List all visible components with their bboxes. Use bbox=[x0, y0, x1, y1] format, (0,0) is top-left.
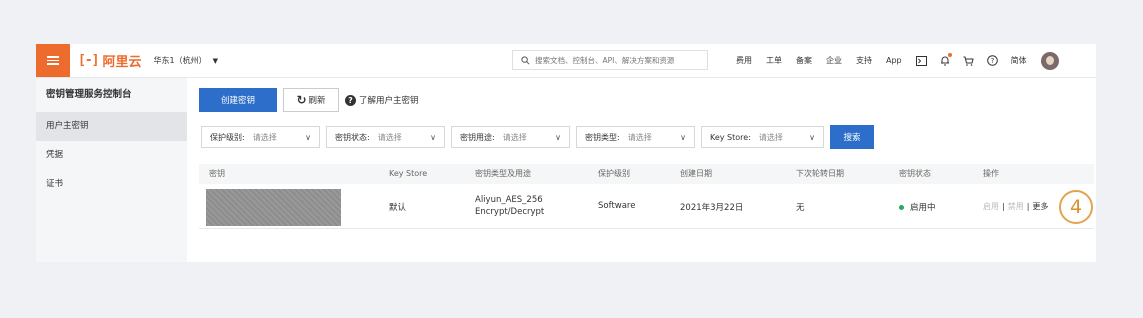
link-tickets[interactable]: 工单 bbox=[766, 55, 782, 66]
search-icon bbox=[521, 55, 530, 64]
row-actions: 启用 | 禁用 | 更多 bbox=[983, 202, 1049, 211]
sidebar: 密钥管理服务控制台 用户主密钥 凭据 证书 bbox=[36, 78, 187, 262]
next-rotation-cell: 无 bbox=[796, 203, 805, 213]
link-support[interactable]: 支持 bbox=[856, 55, 872, 66]
enable-action[interactable]: 启用 bbox=[983, 202, 999, 211]
console-window: [-] 阿里云 华东1（杭州） ▼ 费用 工单 备案 企业 支持 App bbox=[36, 44, 1096, 262]
refresh-label: 刷新 bbox=[308, 96, 326, 106]
link-icp-filing[interactable]: 备案 bbox=[796, 55, 812, 66]
filter-placeholder: 请选择 bbox=[502, 132, 527, 142]
filter-key-usage[interactable]: 密钥用途: 请选择 ∨ bbox=[451, 126, 570, 148]
chevron-down-icon: ∨ bbox=[430, 132, 436, 142]
filter-label: 密钥状态: bbox=[335, 132, 370, 142]
question-icon: ? bbox=[345, 94, 356, 106]
filter-label: Key Store: bbox=[710, 132, 751, 142]
chevron-down-icon: ∨ bbox=[680, 132, 686, 142]
table-row: 默认 Aliyun_AES_256 Encrypt/Decrypt Softwa… bbox=[199, 184, 1094, 229]
table-header: 密钥 Key Store 密钥类型及用途 保护级别 创建日期 下次轮转日期 密钥… bbox=[199, 164, 1094, 184]
top-links: 费用 工单 备案 企业 支持 App ? 简体 bbox=[736, 44, 1059, 77]
region-selector[interactable]: 华东1（杭州） ▼ bbox=[154, 55, 218, 66]
notification-dot bbox=[947, 53, 952, 57]
aliyun-logo[interactable]: [-] 阿里云 bbox=[78, 51, 142, 70]
key-type-cell: Aliyun_AES_256 bbox=[475, 195, 543, 205]
sidebar-item-cmk[interactable]: 用户主密钥 bbox=[36, 112, 187, 141]
logo-text: 阿里云 bbox=[102, 55, 142, 70]
sidebar-item-certificates[interactable]: 证书 bbox=[36, 170, 187, 199]
column-header: 操作 bbox=[983, 169, 999, 178]
filter-protection-level[interactable]: 保护级别: 请选择 ∨ bbox=[201, 126, 320, 148]
column-header: 保护级别 bbox=[598, 169, 630, 178]
filter-placeholder: 请选择 bbox=[377, 132, 402, 142]
filter-bar: 保护级别: 请选择 ∨ 密钥状态: 请选择 ∨ 密钥用途: 请选择 ∨ 密钥类型… bbox=[201, 125, 874, 149]
redacted-key-id bbox=[206, 189, 341, 226]
avatar[interactable] bbox=[1040, 51, 1059, 70]
key-store-cell: 默认 bbox=[389, 203, 407, 213]
filter-placeholder: 请选择 bbox=[252, 132, 277, 142]
status-label: 启用中 bbox=[910, 203, 936, 213]
filter-label: 密钥类型: bbox=[585, 132, 620, 142]
key-usage-cell: Encrypt/Decrypt bbox=[475, 207, 545, 217]
top-navigation-bar: [-] 阿里云 华东1（杭州） ▼ 费用 工单 备案 企业 支持 App bbox=[36, 44, 1096, 78]
search-input[interactable] bbox=[530, 55, 707, 65]
filter-label: 保护级别: bbox=[210, 132, 245, 142]
filter-placeholder: 请选择 bbox=[627, 132, 652, 142]
link-app[interactable]: App bbox=[886, 56, 902, 65]
link-billing[interactable]: 费用 bbox=[736, 55, 752, 66]
filter-key-store[interactable]: Key Store: 请选择 ∨ bbox=[701, 126, 824, 148]
region-label: 华东1（杭州） bbox=[153, 56, 207, 65]
search-button[interactable]: 搜索 bbox=[830, 125, 874, 149]
more-action[interactable]: 更多 bbox=[1032, 202, 1048, 211]
terminal-icon[interactable] bbox=[915, 55, 927, 66]
hamburger-icon bbox=[47, 56, 59, 65]
refresh-button[interactable]: ↻ 刷新 bbox=[283, 88, 339, 112]
column-header: 密钥状态 bbox=[899, 169, 931, 178]
created-date-cell: 2021年3月22日 bbox=[680, 203, 744, 213]
global-search[interactable] bbox=[512, 50, 708, 70]
column-header: 下次轮转日期 bbox=[796, 169, 844, 178]
disable-action[interactable]: 禁用 bbox=[1008, 202, 1024, 211]
cart-icon[interactable] bbox=[963, 56, 974, 66]
link-enterprise[interactable]: 企业 bbox=[826, 55, 842, 66]
protection-level-cell: Software bbox=[598, 201, 636, 211]
svg-text:?: ? bbox=[990, 57, 994, 65]
column-header: 创建日期 bbox=[680, 169, 712, 178]
filter-placeholder: 请选择 bbox=[758, 132, 783, 142]
caret-down-icon: ▼ bbox=[212, 56, 218, 65]
learn-cmk-link[interactable]: ? 了解用户主密钥 bbox=[345, 94, 419, 106]
chevron-down-icon: ∨ bbox=[555, 132, 561, 142]
main-content: 创建密钥 ↻ 刷新 ? 了解用户主密钥 保护级别: 请选择 ∨ 密钥状态: 请选… bbox=[187, 78, 1096, 262]
chevron-down-icon: ∨ bbox=[809, 132, 815, 142]
menu-button[interactable] bbox=[36, 44, 70, 77]
refresh-icon: ↻ bbox=[296, 93, 307, 107]
logo-mark-icon: [-] bbox=[78, 53, 100, 68]
sidebar-title: 密钥管理服务控制台 bbox=[46, 89, 132, 100]
filter-key-status[interactable]: 密钥状态: 请选择 ∨ bbox=[326, 126, 445, 148]
chevron-down-icon: ∨ bbox=[305, 132, 311, 142]
learn-cmk-label: 了解用户主密钥 bbox=[359, 96, 419, 106]
toolbar: 创建密钥 ↻ 刷新 ? 了解用户主密钥 bbox=[199, 88, 419, 112]
status-badge: 启用中 bbox=[899, 201, 936, 213]
create-key-button[interactable]: 创建密钥 bbox=[199, 88, 277, 112]
column-header: 密钥类型及用途 bbox=[475, 169, 531, 178]
sidebar-item-secrets[interactable]: 凭据 bbox=[36, 141, 187, 170]
step-callout-badge: 4 bbox=[1059, 190, 1093, 224]
language-switch[interactable]: 简体 bbox=[1011, 55, 1027, 66]
filter-label: 密钥用途: bbox=[460, 132, 495, 142]
status-dot-icon bbox=[899, 205, 904, 210]
filter-key-type[interactable]: 密钥类型: 请选择 ∨ bbox=[576, 126, 695, 148]
bell-icon[interactable] bbox=[940, 53, 952, 66]
column-header: Key Store bbox=[389, 169, 428, 178]
column-header: 密钥 bbox=[209, 169, 225, 178]
help-icon[interactable]: ? bbox=[986, 55, 998, 66]
